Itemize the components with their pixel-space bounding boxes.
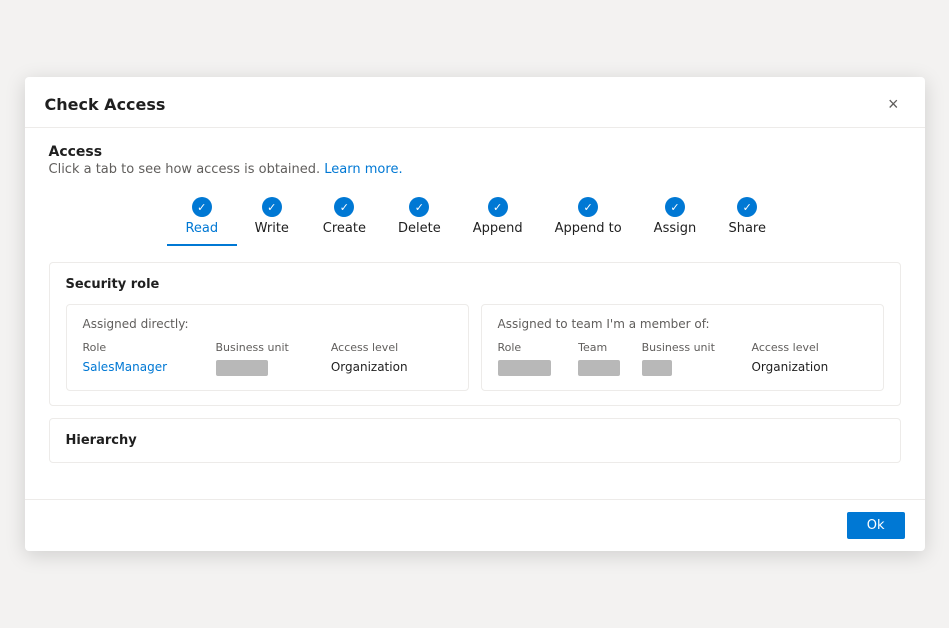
team-role-cell bbox=[498, 358, 579, 378]
tab-share-label: Share bbox=[728, 221, 766, 236]
tab-append-to[interactable]: ✓ Append to bbox=[539, 193, 638, 246]
tab-read[interactable]: ✓ Read bbox=[167, 193, 237, 246]
security-role-section: Security role Assigned directly: Role Bu… bbox=[49, 262, 901, 406]
tab-delete[interactable]: ✓ Delete bbox=[382, 193, 457, 246]
tab-append-label: Append bbox=[473, 221, 523, 236]
ok-button[interactable]: Ok bbox=[847, 512, 905, 539]
tab-write-label: Write bbox=[255, 221, 289, 236]
col-team-access-level: Access level bbox=[751, 339, 866, 358]
tabs-container: ✓ Read ✓ Write ✓ Create ✓ Delete ✓ Appen… bbox=[49, 193, 901, 246]
tab-assign[interactable]: ✓ Assign bbox=[638, 193, 713, 246]
access-level-cell: Organization bbox=[331, 358, 452, 378]
access-subtitle: Click a tab to see how access is obtaine… bbox=[49, 162, 901, 177]
role-link-sales[interactable]: Sales bbox=[83, 360, 115, 374]
tab-create-label: Create bbox=[323, 221, 366, 236]
tab-read-label: Read bbox=[185, 221, 218, 236]
tab-write[interactable]: ✓ Write bbox=[237, 193, 307, 246]
tab-delete-label: Delete bbox=[398, 221, 441, 236]
assigned-team-table: Role Team Business unit Access level bbox=[498, 339, 867, 378]
tab-append-to-check-icon: ✓ bbox=[578, 197, 598, 217]
security-role-content: Assigned directly: Role Business unit Ac… bbox=[66, 304, 884, 391]
dialog-footer: Ok bbox=[25, 499, 925, 551]
col-role: Role bbox=[83, 339, 216, 358]
access-title: Access bbox=[49, 144, 901, 160]
team-cell bbox=[578, 358, 641, 378]
dialog-header: Check Access × bbox=[25, 77, 925, 128]
tab-delete-check-icon: ✓ bbox=[409, 197, 429, 217]
hierarchy-section: Hierarchy bbox=[49, 418, 901, 463]
business-unit-value: can731 bbox=[216, 360, 268, 376]
tab-read-check-icon: ✓ bbox=[192, 197, 212, 217]
assigned-team-header-row: Role Team Business unit Access level bbox=[498, 339, 867, 358]
tab-create-check-icon: ✓ bbox=[334, 197, 354, 217]
hierarchy-title: Hierarchy bbox=[66, 433, 884, 448]
security-role-title: Security role bbox=[66, 277, 884, 292]
col-team-business-unit: Business unit bbox=[642, 339, 752, 358]
col-business-unit: Business unit bbox=[216, 339, 331, 358]
assigned-directly-label: Assigned directly: bbox=[83, 317, 452, 331]
assigned-directly-header-row: Role Business unit Access level bbox=[83, 339, 452, 358]
learn-more-link[interactable]: Learn more. bbox=[324, 162, 402, 177]
role-link-manager[interactable]: Manager bbox=[114, 360, 167, 374]
dialog-body: Access Click a tab to see how access is … bbox=[25, 128, 925, 499]
tab-share[interactable]: ✓ Share bbox=[712, 193, 782, 246]
assigned-team-box: Assigned to team I'm a member of: Role T… bbox=[481, 304, 884, 391]
check-access-dialog: Check Access × Access Click a tab to see… bbox=[25, 77, 925, 551]
team-value bbox=[578, 360, 620, 376]
table-row: Organization bbox=[498, 358, 867, 378]
dialog-title: Check Access bbox=[45, 95, 166, 114]
team-business-unit-cell bbox=[642, 358, 752, 378]
close-button[interactable]: × bbox=[882, 93, 905, 115]
tab-assign-label: Assign bbox=[654, 221, 697, 236]
tab-share-check-icon: ✓ bbox=[737, 197, 757, 217]
assigned-team-label: Assigned to team I'm a member of: bbox=[498, 317, 867, 331]
tab-write-check-icon: ✓ bbox=[262, 197, 282, 217]
assigned-directly-box: Assigned directly: Role Business unit Ac… bbox=[66, 304, 469, 391]
role-cell: SalesManager bbox=[83, 358, 216, 378]
tab-append-check-icon: ✓ bbox=[488, 197, 508, 217]
assigned-directly-table: Role Business unit Access level SalesMan… bbox=[83, 339, 452, 378]
team-role-value bbox=[498, 360, 552, 376]
team-access-level-cell: Organization bbox=[751, 358, 866, 378]
col-team: Team bbox=[578, 339, 641, 358]
tab-assign-check-icon: ✓ bbox=[665, 197, 685, 217]
tab-append[interactable]: ✓ Append bbox=[457, 193, 539, 246]
tab-create[interactable]: ✓ Create bbox=[307, 193, 382, 246]
team-business-unit-value bbox=[642, 360, 673, 376]
col-access-level: Access level bbox=[331, 339, 452, 358]
tab-append-to-label: Append to bbox=[555, 221, 622, 236]
table-row: SalesManager can731 Organization bbox=[83, 358, 452, 378]
business-unit-cell: can731 bbox=[216, 358, 331, 378]
col-team-role: Role bbox=[498, 339, 579, 358]
